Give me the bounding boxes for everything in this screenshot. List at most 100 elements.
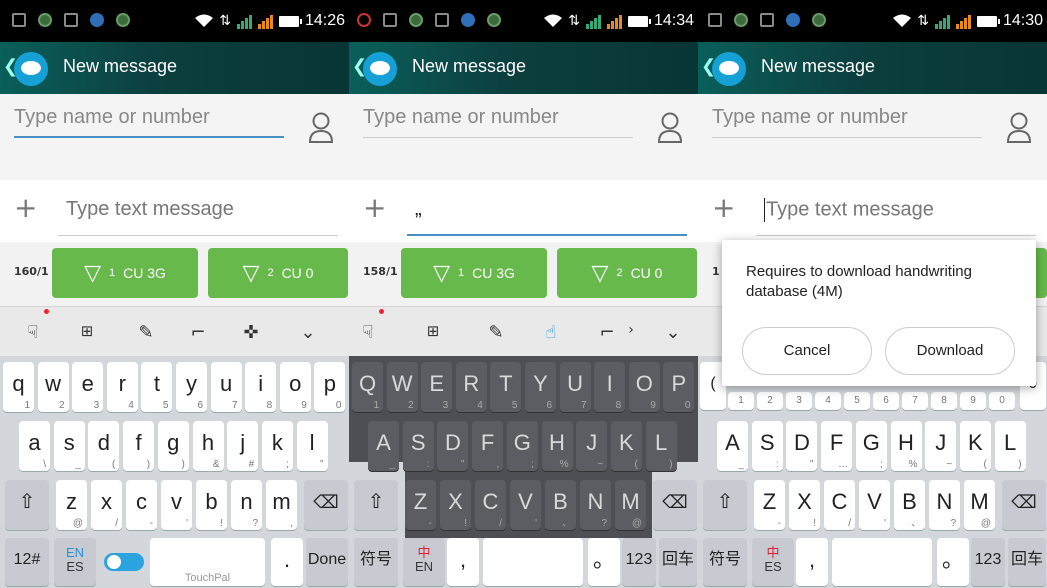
- key-n[interactable]: n?: [231, 480, 262, 530]
- key-d[interactable]: D ": [437, 421, 469, 471]
- send-sim1-button[interactable]: ▽ 1 CU 3G: [52, 248, 198, 298]
- numbers-key[interactable]: 12#: [5, 538, 49, 586]
- add-attachment-icon[interactable]: +: [712, 194, 735, 222]
- enter-key[interactable]: 回车: [659, 538, 697, 586]
- add-attachment-icon[interactable]: +: [14, 194, 37, 222]
- key-digit[interactable]: 1: [728, 392, 754, 410]
- key-p[interactable]: p0: [314, 362, 346, 412]
- send-sim2-button[interactable]: ▽ 2 CU 0: [208, 248, 348, 298]
- messaging-app-icon[interactable]: [712, 52, 746, 86]
- space-key[interactable]: [832, 538, 932, 586]
- key-h[interactable]: h &: [192, 421, 224, 471]
- key-h[interactable]: H%: [890, 421, 922, 471]
- key-digit[interactable]: 7: [902, 392, 928, 410]
- key-a[interactable]: A _: [368, 421, 399, 471]
- key-digit[interactable]: 5: [844, 392, 870, 410]
- keyboard-layout-icon[interactable]: ⊞: [419, 322, 447, 340]
- key-e[interactable]: E3: [421, 362, 453, 412]
- language-key[interactable]: 中 ES: [752, 538, 794, 586]
- period-key[interactable]: 。: [588, 538, 620, 586]
- key-p[interactable]: P0: [663, 362, 695, 412]
- key-s[interactable]: S:: [751, 421, 783, 471]
- key-digit[interactable]: 3: [786, 392, 812, 410]
- key-o[interactable]: o9: [279, 362, 311, 412]
- key-l[interactable]: L): [994, 421, 1026, 471]
- message-input[interactable]: „: [407, 198, 687, 236]
- key-b[interactable]: B、: [545, 480, 576, 530]
- done-key[interactable]: Done: [306, 538, 348, 586]
- space-key[interactable]: [483, 538, 583, 586]
- key-q[interactable]: Q1: [352, 362, 383, 412]
- mode-toggle[interactable]: [104, 553, 144, 571]
- key-i[interactable]: I8: [594, 362, 626, 412]
- key-i[interactable]: i8: [245, 362, 277, 412]
- key-o[interactable]: O9: [628, 362, 660, 412]
- backspace-key[interactable]: ⌫: [304, 480, 348, 530]
- gesture-icon[interactable]: ☟: [19, 322, 47, 343]
- key-z[interactable]: Z-: [405, 480, 436, 530]
- key-digit[interactable]: 9: [960, 392, 986, 410]
- key-d[interactable]: d(: [88, 421, 120, 471]
- numbers-key[interactable]: 123: [622, 538, 656, 586]
- shift-key[interactable]: ⇧: [354, 480, 398, 530]
- key-l[interactable]: L): [645, 421, 677, 471]
- key-n[interactable]: N?: [580, 480, 611, 530]
- keyboard-layout-icon[interactable]: ⊞: [73, 322, 101, 340]
- key-x[interactable]: x /: [91, 480, 122, 530]
- key-q[interactable]: q1: [3, 362, 34, 412]
- add-attachment-icon[interactable]: +: [363, 194, 386, 222]
- key-t[interactable]: T5: [490, 362, 522, 412]
- cursor-icon[interactable]: ⌐: [184, 322, 212, 343]
- key-j[interactable]: J ~: [576, 421, 608, 471]
- key-m[interactable]: m,: [266, 480, 297, 530]
- key-r[interactable]: R4: [455, 362, 487, 412]
- messaging-app-icon[interactable]: [363, 52, 397, 86]
- key-k[interactable]: k;: [261, 421, 293, 471]
- key-s[interactable]: S:: [402, 421, 434, 471]
- period-key[interactable]: .: [271, 538, 303, 586]
- key-h[interactable]: H%: [541, 421, 573, 471]
- key-digit[interactable]: 6: [873, 392, 899, 410]
- contact-icon[interactable]: [308, 110, 334, 144]
- key-k[interactable]: K(: [610, 421, 642, 471]
- key-x[interactable]: X!: [440, 480, 471, 530]
- key-digit[interactable]: 2: [757, 392, 783, 410]
- key-u[interactable]: U7: [559, 362, 591, 412]
- key-m[interactable]: M @: [964, 480, 995, 530]
- cancel-button[interactable]: Cancel: [742, 327, 872, 375]
- recipient-input[interactable]: Type name or number: [14, 106, 284, 138]
- key-y[interactable]: Y6: [525, 362, 556, 412]
- hide-keyboard-icon[interactable]: ⌄: [659, 322, 687, 343]
- move-icon[interactable]: ✜: [237, 322, 265, 343]
- key-f[interactable]: F…: [821, 421, 853, 471]
- language-key[interactable]: 中 EN: [403, 538, 445, 586]
- key-b[interactable]: B、: [894, 480, 925, 530]
- key-g[interactable]: G;: [506, 421, 538, 471]
- period-key[interactable]: 。: [937, 538, 969, 586]
- key-c[interactable]: C /: [475, 480, 506, 530]
- key-g[interactable]: g): [157, 421, 189, 471]
- key-d[interactable]: D ": [786, 421, 818, 471]
- send-sim1-button[interactable]: ▽ 1 CU 3G: [401, 248, 547, 298]
- key-m[interactable]: M @: [615, 480, 646, 530]
- key-k[interactable]: K(: [959, 421, 991, 471]
- recipient-input[interactable]: Type name or number: [712, 106, 982, 138]
- key-a[interactable]: a \: [19, 421, 50, 471]
- key-w[interactable]: W2: [386, 362, 418, 412]
- key-e[interactable]: e3: [72, 362, 104, 412]
- backspace-key[interactable]: ⌫: [653, 480, 697, 530]
- more-icon[interactable]: ›: [617, 322, 645, 338]
- edit-icon[interactable]: ✎: [482, 322, 510, 343]
- numbers-key[interactable]: 123: [971, 538, 1005, 586]
- key-t[interactable]: t5: [141, 362, 173, 412]
- key-v[interactable]: V ': [859, 480, 890, 530]
- key-digit[interactable]: 4: [815, 392, 841, 410]
- key-j[interactable]: J ~: [925, 421, 957, 471]
- shift-key[interactable]: ⇧: [5, 480, 49, 530]
- key-z[interactable]: z @: [56, 480, 87, 530]
- contact-icon[interactable]: [1006, 110, 1032, 144]
- key-u[interactable]: u7: [210, 362, 242, 412]
- key-v[interactable]: v ': [161, 480, 192, 530]
- messaging-app-icon[interactable]: [14, 52, 48, 86]
- space-key[interactable]: TouchPal: [150, 538, 265, 586]
